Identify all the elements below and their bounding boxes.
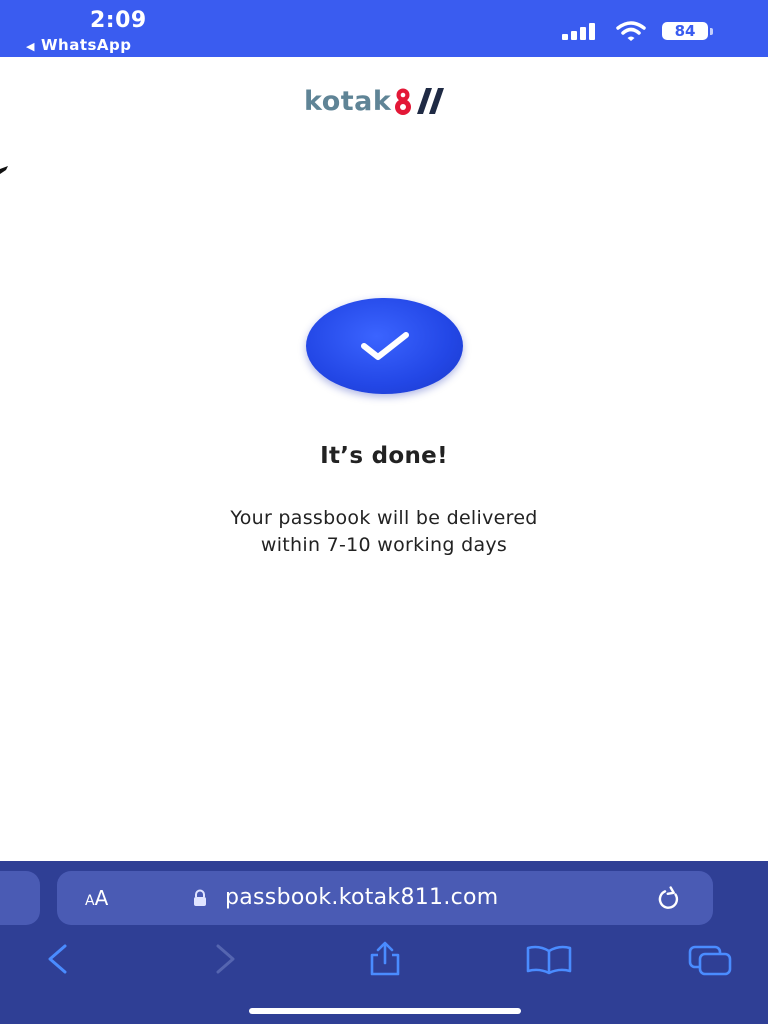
share-icon [370, 941, 400, 976]
status-bar: 2:09 ◀ WhatsApp 84 [0, 0, 768, 57]
logo-811-mark [395, 88, 445, 115]
battery-level: 84 [674, 22, 696, 40]
bookmarks-button[interactable] [525, 941, 573, 977]
status-time: 2:09 [90, 8, 147, 33]
success-check-badge [306, 298, 463, 394]
text-size-small-label: A [85, 893, 95, 909]
battery-icon: 84 [662, 22, 713, 40]
text-size-large-label: A [94, 886, 109, 910]
reload-icon[interactable] [655, 885, 683, 913]
forward-button[interactable] [205, 941, 245, 977]
kotak-811-logo: kotak [304, 84, 445, 118]
tabs-icon [688, 945, 732, 976]
share-button[interactable] [365, 941, 405, 977]
tabs-button[interactable] [686, 941, 734, 977]
back-icon [48, 944, 67, 974]
previous-tab-peek[interactable] [0, 871, 40, 925]
back-button[interactable] [38, 941, 78, 977]
browser-bottom-bar: AA passbook.kotak811.com [0, 861, 768, 1024]
url-text[interactable]: passbook.kotak811.com [225, 883, 499, 913]
confirmation-message-line2: within 7-10 working days [260, 534, 508, 556]
logo-wordmark: kotak [304, 85, 392, 117]
home-indicator[interactable] [249, 1008, 521, 1014]
text-size-button[interactable]: AA [85, 884, 108, 912]
wifi-icon [616, 21, 646, 41]
confirmation-message: Your passbook will be delivered within 7… [134, 505, 634, 559]
back-triangle-icon: ◀ [26, 40, 35, 53]
confirmation-message-line1: Your passbook will be delivered [230, 507, 538, 529]
edge-artifact [0, 166, 8, 174]
confirmation-title: It’s done! [320, 443, 448, 469]
bookmarks-icon [526, 945, 572, 975]
address-bar[interactable]: AA passbook.kotak811.com [57, 871, 713, 925]
back-app-label: WhatsApp [40, 36, 132, 54]
checkmark-icon [360, 332, 409, 360]
cellular-signal-icon [562, 22, 602, 40]
lock-icon [194, 889, 206, 906]
back-to-app-link[interactable]: ◀ WhatsApp [26, 36, 132, 54]
forward-icon [216, 944, 235, 974]
